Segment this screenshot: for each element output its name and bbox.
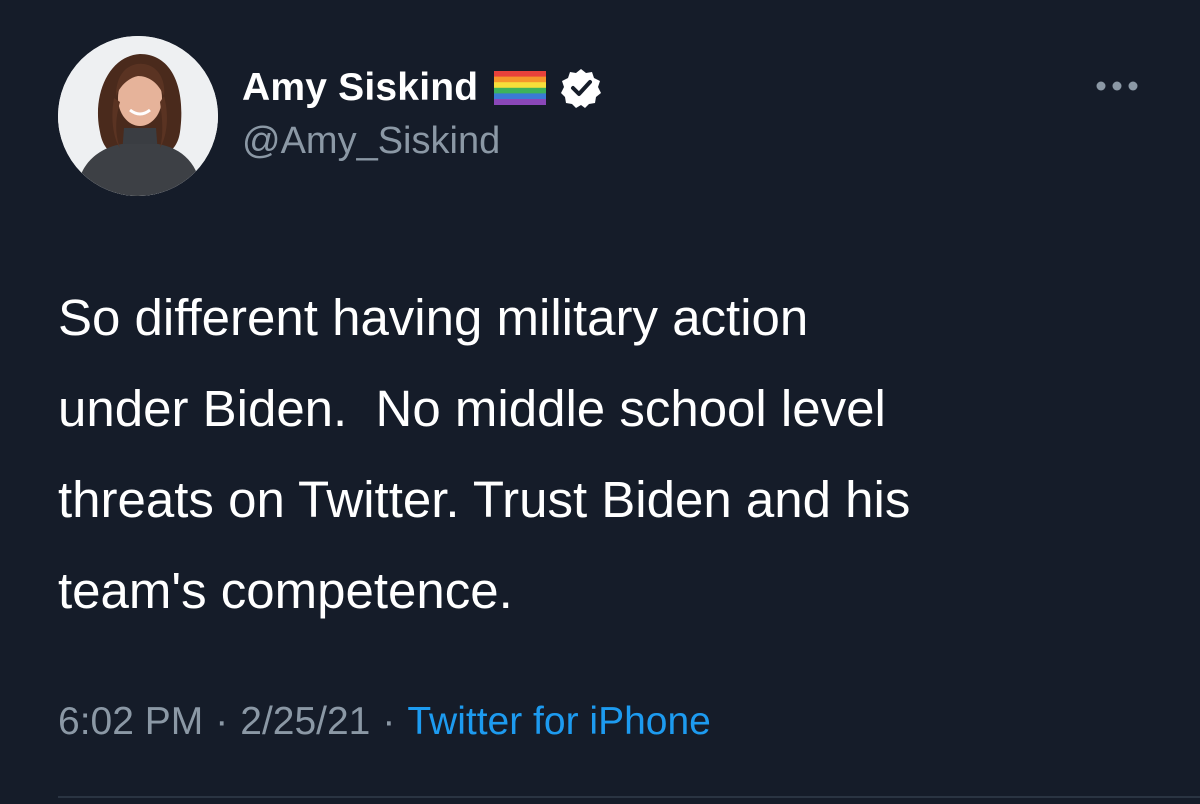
tweet-date[interactable]: 2/25/21 <box>240 700 370 744</box>
divider <box>58 796 1200 798</box>
rainbow-flag-icon <box>494 71 547 105</box>
display-name[interactable]: Amy Siskind <box>242 66 478 110</box>
tweet-metadata: 6:02 PM · 2/25/21 · Twitter for iPhone <box>58 700 711 744</box>
tweet-time[interactable]: 6:02 PM <box>58 700 203 744</box>
author-name-row: Amy Siskind <box>242 60 602 116</box>
tweet: Amy Siskind @Amy_Siskind So different ha… <box>0 0 1200 804</box>
separator-dot: · <box>382 700 396 743</box>
avatar-image <box>58 36 218 196</box>
tweet-text: So different having military action unde… <box>58 289 911 619</box>
tweet-source-link[interactable]: Twitter for iPhone <box>407 700 710 744</box>
author-handle[interactable]: @Amy_Siskind <box>242 120 500 163</box>
more-options-icon[interactable] <box>1094 76 1140 96</box>
verified-badge-icon <box>560 67 602 109</box>
avatar[interactable] <box>58 36 218 196</box>
separator-dot: · <box>215 700 229 743</box>
